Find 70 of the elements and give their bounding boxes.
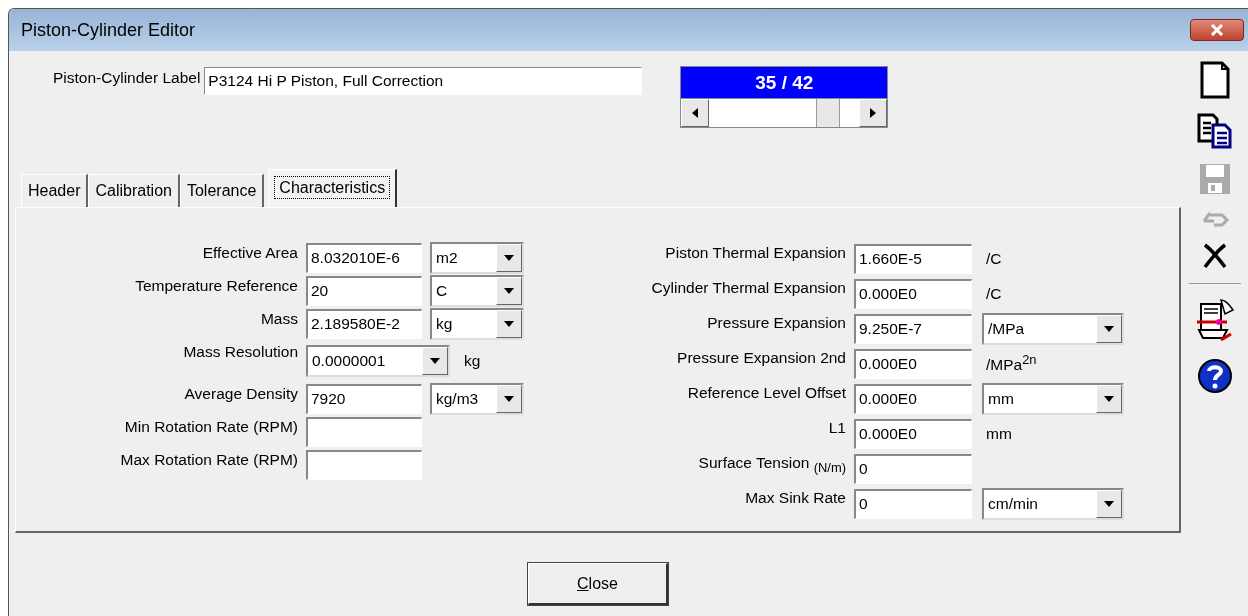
copy-icon[interactable] [1196,113,1233,149]
field-label: Piston-Cylinder Label [53,69,201,87]
new-document-icon[interactable] [1199,61,1230,99]
input-field[interactable]: 0 [854,453,972,484]
field-label: Max Rotation Rate (RPM) [119,451,298,469]
dropdown[interactable]: cm/min [982,487,1124,520]
input-field[interactable]: 0.000E0 [854,383,972,414]
input-field[interactable]: 0.000E0 [854,278,972,309]
field-label: Min Rotation Rate (RPM) [123,418,298,436]
dropdown[interactable]: m2 [430,241,524,274]
unit-label: /MPa$^{2n}$ [986,352,1037,375]
field-label: Max Sink Rate [744,489,846,507]
unit-label: /C [986,249,1002,268]
caret-icon [504,287,514,294]
scroll-thumb[interactable] [815,99,840,127]
field-label: Reference Level Offset [686,384,846,402]
close-button[interactable]: Close [528,563,668,605]
unit-label: mm [986,424,1012,443]
field-label: Average Density [183,385,298,403]
input-field[interactable]: 0.000E0 [854,348,972,379]
input-field[interactable]: 1.660E-5 [854,243,972,274]
dropdown[interactable]: mm [982,382,1124,415]
caret-icon [1104,325,1114,332]
dropdown[interactable]: 0.0000001 [306,345,450,377]
caret-icon [1104,395,1114,402]
caret-icon [504,395,514,402]
input-field[interactable]: 0.000E0 [854,418,972,449]
window-title: Piston-Cylinder Editor [21,19,196,41]
input-field[interactable]: 0 [854,488,972,519]
field-label: Surface Tension $_{(N/m)}$ [697,454,846,476]
field-label: Pressure Expansion [706,314,846,332]
field-label: Pressure Expansion 2nd [676,349,846,367]
record-scrollbar[interactable] [680,98,889,128]
caret-icon [1104,500,1114,507]
tool-icon[interactable] [1194,298,1235,344]
delete-icon[interactable] [1202,243,1227,269]
input-field[interactable]: 2.189580E-2 [306,308,422,339]
label-input[interactable]: P3124 Hi P Piston, Full Correction [204,67,643,95]
input-field[interactable] [306,449,422,480]
close-button[interactable] [1190,19,1244,41]
input-field[interactable]: 8.032010E-6 [306,242,422,273]
right-arrow-icon [870,108,877,118]
field-label: Mass [259,310,298,328]
field-label: Effective Area [201,244,298,262]
unit-label: /C [986,284,1002,303]
field-label: Temperature Reference [134,277,298,295]
caret-icon [430,358,440,364]
input-field[interactable]: 9.250E-7 [854,313,972,344]
tab[interactable]: Calibration [88,174,180,207]
field-label: Cylinder Thermal Expansion [650,279,846,297]
caret-icon [504,254,514,261]
dropdown[interactable]: C [430,274,524,307]
input-field[interactable]: 20 [306,275,422,306]
close-icon [1209,24,1225,36]
input-field[interactable]: 7920 [306,383,422,414]
help-icon[interactable] [1196,358,1233,394]
field-label: Piston Thermal Expansion [664,244,846,262]
tab[interactable]: Tolerance [179,174,265,207]
left-arrow-icon [692,108,699,118]
dropdown[interactable]: kg [430,307,524,340]
tab[interactable]: Header [21,174,89,207]
input-field[interactable] [306,416,422,447]
field-label: L1 [827,419,846,437]
tab[interactable]: Characteristics [268,169,398,207]
unit-label: kg [464,352,481,370]
caret-icon [504,320,514,327]
record-counter: 35 / 42 [680,66,889,98]
field-label: Mass Resolution [182,343,298,361]
dropdown[interactable]: /MPa [982,312,1124,345]
dropdown[interactable]: kg/m3 [430,382,524,415]
